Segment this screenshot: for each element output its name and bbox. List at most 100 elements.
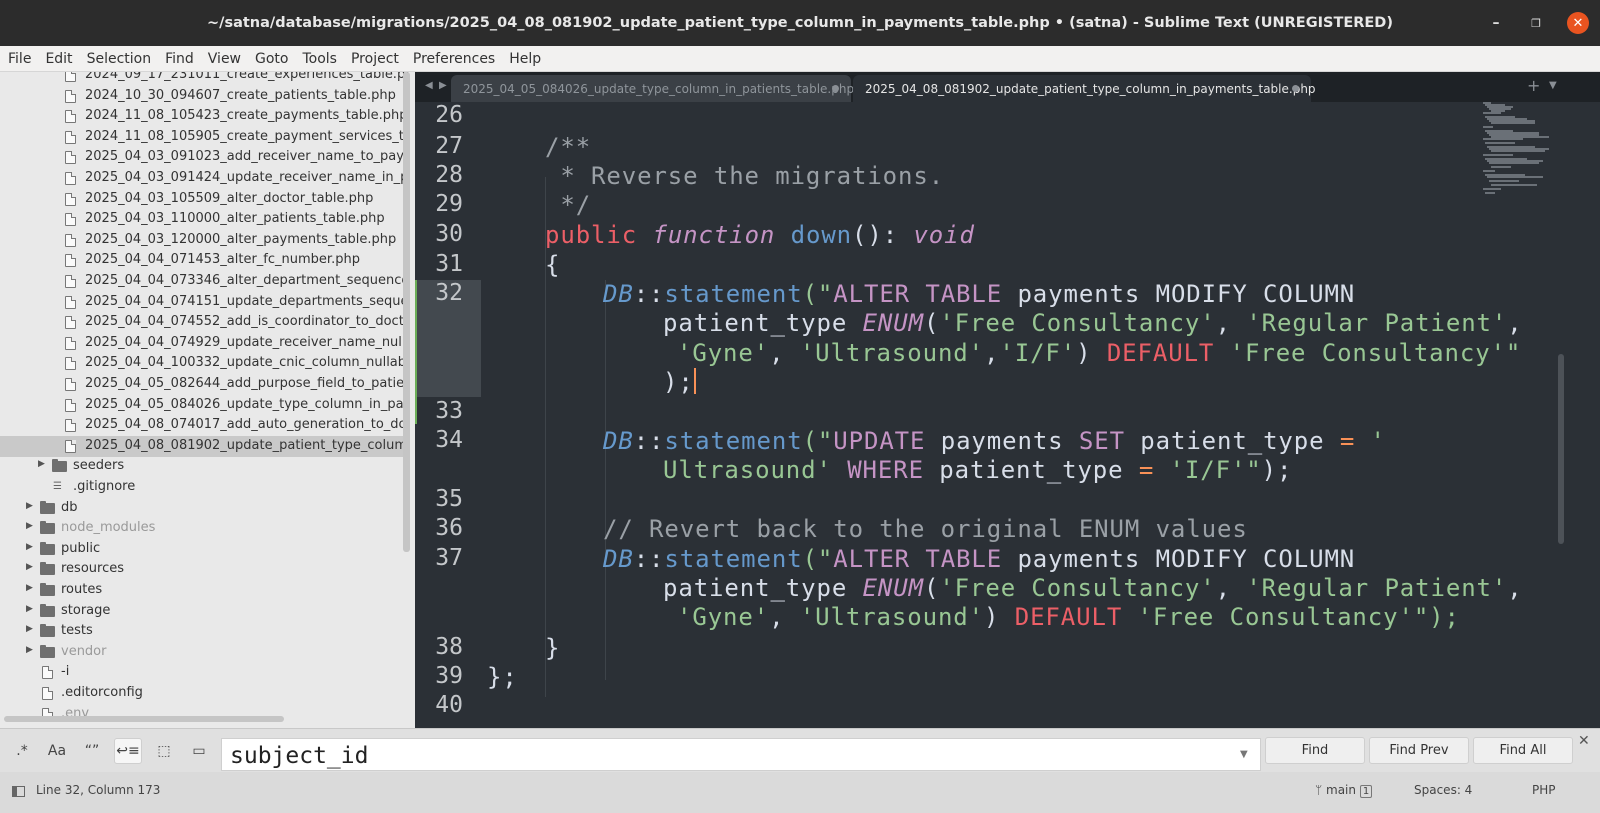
menu-selection[interactable]: Selection [80, 46, 159, 72]
indentation-setting[interactable]: Spaces: 4 [1414, 783, 1472, 797]
menu-find[interactable]: Find [158, 46, 201, 72]
file-item[interactable]: 2025_04_03_110000_alter_patients_table.p… [0, 209, 410, 230]
regex-toggle[interactable]: .* [8, 738, 36, 764]
menu-tools[interactable]: Tools [295, 46, 344, 72]
file-item[interactable]: 2025_04_04_074929_update_receiver_name_n… [0, 333, 410, 354]
maximize-icon[interactable]: ❐ [1516, 0, 1556, 46]
string-quote: ' [1355, 427, 1386, 455]
code-line-39: }; [487, 663, 518, 691]
line-number: 32 [435, 280, 463, 306]
window-title: ~/satna/database/migrations/2025_04_08_0… [207, 15, 1393, 31]
folder-item-nodemodules[interactable]: ▶ node_modules [0, 518, 410, 539]
minimap-line [1483, 126, 1493, 128]
menu-edit[interactable]: Edit [38, 46, 79, 72]
folder-item-seeders[interactable]: ▶ seeders [0, 456, 410, 477]
menu-goto[interactable]: Goto [248, 46, 295, 72]
expand-arrow-icon[interactable]: ▶ [26, 583, 33, 593]
file-item[interactable]: 2025_04_04_074151_update_departments_seq… [0, 292, 410, 313]
unsaved-dot-icon[interactable] [832, 85, 839, 92]
menu-help[interactable]: Help [502, 46, 548, 72]
tab-next-icon[interactable]: ▶ [439, 80, 447, 91]
file-item[interactable]: 2024_11_08_105423_create_payments_table.… [0, 106, 410, 127]
find-history-dropdown-icon[interactable]: ▼ [1240, 749, 1248, 760]
code-editor[interactable]: 26 27 28 29 30 31 32 33 34 35 36 37 38 39 40 /** * Rev… [415, 102, 1600, 728]
file-item[interactable]: 2024_09_17_231011_create_experiences_tab… [0, 72, 410, 86]
file-item-root[interactable]: -i [0, 662, 410, 683]
file-item[interactable]: 2025_04_03_091424_update_receiver_name_i… [0, 168, 410, 189]
find-all-button[interactable]: Find All [1473, 737, 1573, 764]
expand-arrow-icon[interactable]: ▶ [26, 604, 33, 614]
file-item[interactable]: 2025_04_04_100332_update_cnic_column_nul… [0, 353, 410, 374]
folder-item-routes[interactable]: ▶ routes [0, 580, 410, 601]
file-icon [65, 295, 76, 309]
folder-item-db[interactable]: ▶ db [0, 498, 410, 519]
file-item[interactable]: 2025_04_08_081902_update_patient_type_co… [0, 435, 410, 457]
case-toggle[interactable]: Aa [43, 738, 71, 764]
file-item[interactable]: 2025_04_04_074552_add_is_coordinator_to_… [0, 312, 410, 333]
line-number: 26 [435, 102, 463, 128]
editor-scrollbar[interactable] [1558, 354, 1564, 544]
folder-item-resources[interactable]: ▶ resources [0, 559, 410, 580]
panel-toggle-icon[interactable] [12, 786, 25, 797]
expand-arrow-icon[interactable]: ▶ [26, 501, 33, 511]
file-item[interactable]: 2025_04_08_074017_add_auto_generation_to… [0, 415, 410, 436]
minimap-line [1483, 112, 1501, 114]
menu-project[interactable]: Project [344, 46, 406, 72]
whole-word-toggle[interactable]: “” [78, 738, 106, 764]
close-find-panel-icon[interactable]: ✕ [1578, 733, 1590, 749]
syntax-setting[interactable]: PHP [1532, 783, 1556, 797]
expand-arrow-icon[interactable]: ▶ [38, 459, 45, 469]
sql-where: WHERE [831, 456, 924, 484]
minimap[interactable] [1483, 102, 1555, 202]
minimap-line [1483, 170, 1495, 172]
sidebar-vertical-scrollbar[interactable] [403, 72, 410, 552]
tab-patients-migration[interactable]: 2025_04_05_084026_update_type_column_in_… [451, 75, 854, 102]
line-number: 36 [435, 515, 463, 541]
menu-bar: File Edit Selection Find View Goto Tools… [0, 46, 1600, 72]
file-item[interactable]: 2025_04_04_071453_alter_fc_number.php [0, 250, 410, 271]
new-tab-icon[interactable]: + [1527, 76, 1540, 95]
find-button[interactable]: Find [1265, 737, 1365, 764]
tab-menu-icon[interactable]: ▼ [1549, 80, 1557, 91]
file-item-root[interactable]: .editorconfig [0, 683, 410, 704]
file-item[interactable]: 2025_04_04_073346_alter_department_seque… [0, 271, 410, 292]
minimize-icon[interactable]: – [1476, 0, 1516, 46]
string-close: "); [1413, 603, 1460, 631]
folder-item-vendor[interactable]: ▶ vendor [0, 642, 410, 663]
file-item[interactable]: 2025_04_03_091023_add_receiver_name_to_p… [0, 147, 410, 168]
menu-view[interactable]: View [201, 46, 248, 72]
file-item-gitignore[interactable]: ☰ .gitignore [0, 477, 410, 498]
file-item[interactable]: 2025_04_03_120000_alter_payments_table.p… [0, 230, 410, 251]
sidebar-horizontal-scrollbar[interactable] [4, 716, 284, 722]
tab-prev-icon[interactable]: ◀ [425, 80, 433, 91]
highlight-matches-toggle[interactable]: ▭ [185, 738, 213, 764]
tab-payments-migration[interactable]: 2025_04_08_081902_update_patient_type_co… [853, 75, 1316, 102]
expand-arrow-icon[interactable]: ▶ [26, 624, 33, 634]
close-icon[interactable]: ✕ [1558, 0, 1598, 46]
file-item[interactable]: 2025_04_05_082644_add_purpose_field_to_p… [0, 374, 410, 395]
close-glyph: ✕ [1567, 12, 1589, 34]
expand-arrow-icon[interactable]: ▶ [26, 521, 33, 531]
tree-item-label: vendor [61, 643, 107, 659]
folder-icon [52, 459, 67, 473]
find-prev-button[interactable]: Find Prev [1369, 737, 1469, 764]
file-item[interactable]: 2025_04_05_084026_update_type_column_in_… [0, 395, 410, 416]
class-db: DB [603, 427, 634, 455]
menu-preferences[interactable]: Preferences [406, 46, 502, 72]
git-branch[interactable]: ᛘ main 1 [1315, 783, 1373, 798]
folder-item-public[interactable]: ▶ public [0, 539, 410, 560]
expand-arrow-icon[interactable]: ▶ [26, 562, 33, 572]
menu-file[interactable]: File [0, 46, 38, 72]
in-selection-toggle[interactable]: ⬚ [150, 738, 178, 764]
file-item[interactable]: 2025_04_03_105509_alter_doctor_table.php [0, 189, 410, 210]
expand-arrow-icon[interactable]: ▶ [26, 542, 33, 552]
paren-open: ( [923, 574, 940, 602]
folder-item-tests[interactable]: ▶ tests [0, 621, 410, 642]
expand-arrow-icon[interactable]: ▶ [26, 645, 33, 655]
file-item[interactable]: 2024_10_30_094607_create_patients_table.… [0, 86, 410, 107]
unsaved-dot-icon[interactable] [1292, 85, 1299, 92]
find-input[interactable]: subject_id [221, 738, 1261, 771]
wrap-toggle[interactable]: ↩≡ [114, 738, 142, 764]
folder-item-storage[interactable]: ▶ storage [0, 601, 410, 622]
file-item[interactable]: 2024_11_08_105905_create_payment_service… [0, 127, 410, 148]
